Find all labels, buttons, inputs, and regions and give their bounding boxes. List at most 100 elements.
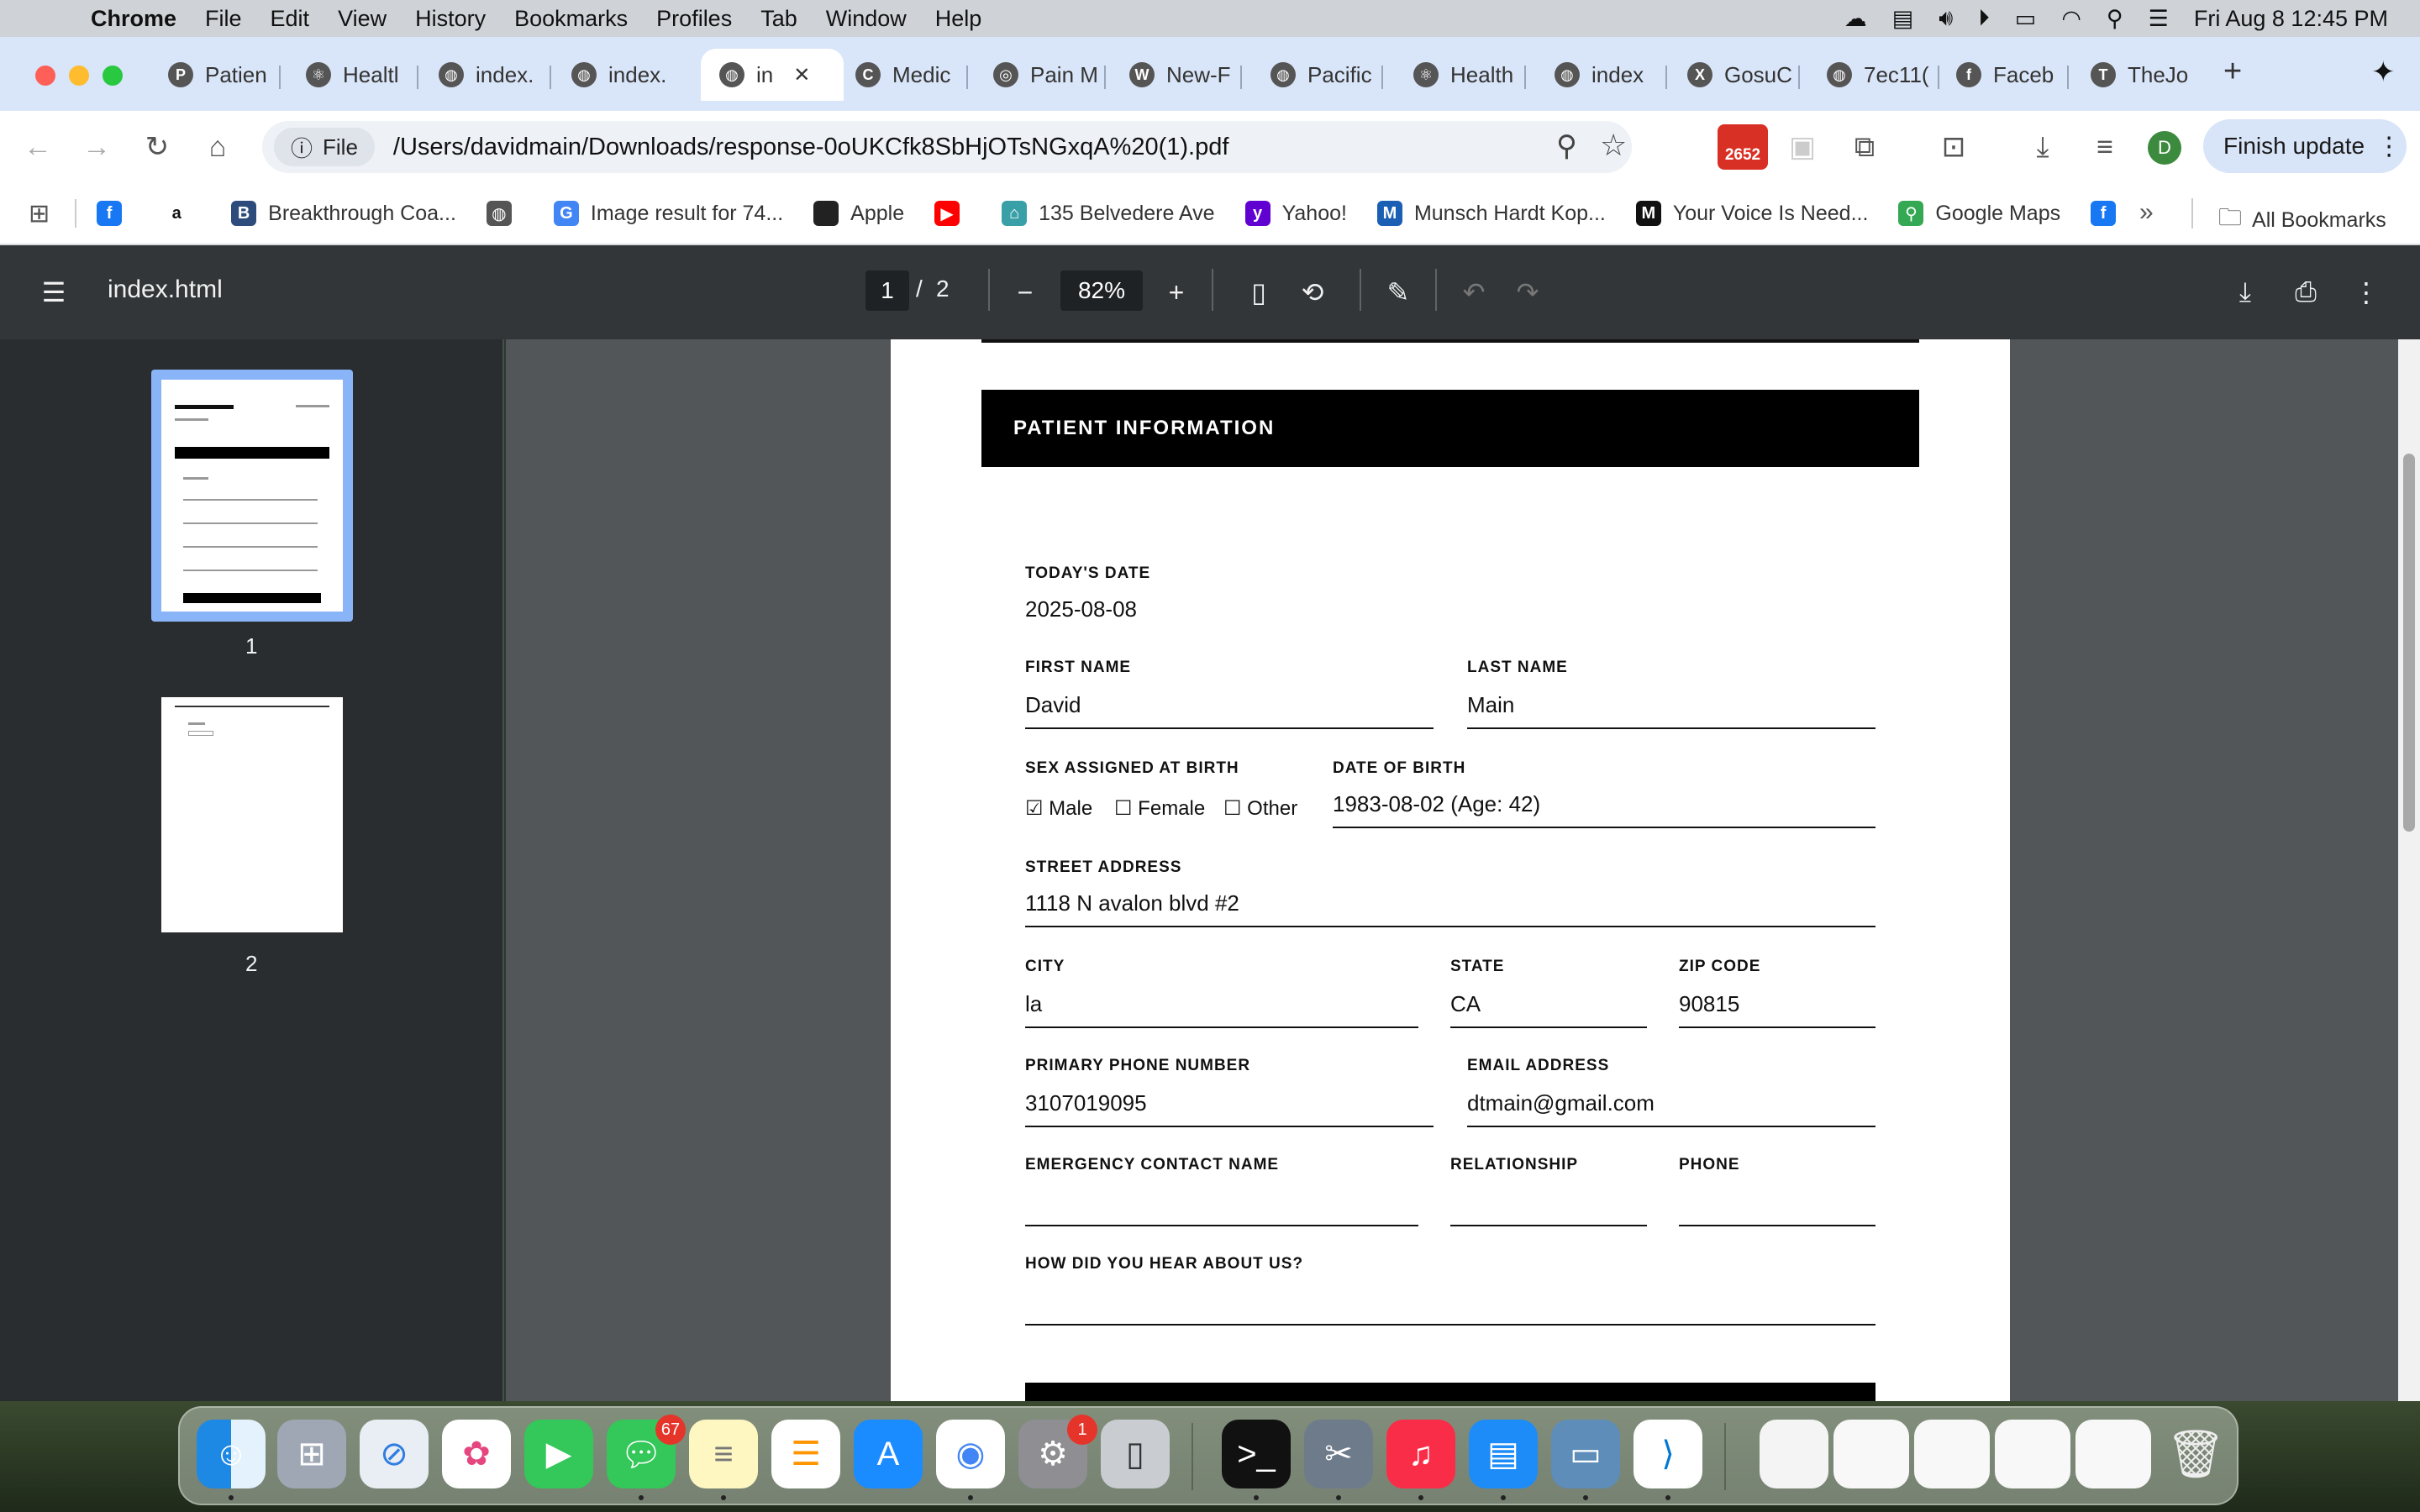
- bookmark-item[interactable]: M Your Voice Is Need...: [1635, 201, 1868, 226]
- photos-icon[interactable]: ✿: [442, 1420, 511, 1488]
- battery-icon[interactable]: ▭: [2015, 6, 2037, 32]
- close-tab-icon[interactable]: ✕: [793, 63, 810, 87]
- spotlight-search-icon[interactable]: ⚲: [2107, 6, 2123, 32]
- extension-badge-icon[interactable]: 2652: [1718, 124, 1768, 170]
- iphone-mirroring-icon[interactable]: ▯: [1101, 1420, 1170, 1488]
- recent-document-icon[interactable]: [1995, 1420, 2070, 1488]
- page-number-input[interactable]: 1: [865, 270, 909, 311]
- menu-tab[interactable]: Tab: [760, 6, 797, 32]
- menu-window[interactable]: Window: [826, 6, 907, 32]
- all-bookmarks-folder[interactable]: 🗀︎ All Bookmarks: [2218, 200, 2386, 240]
- profile-avatar[interactable]: D: [2148, 131, 2181, 165]
- apps-grid-icon[interactable]: ⊞: [29, 199, 50, 228]
- browser-tab[interactable]: X GosuC: [1669, 49, 1795, 101]
- browser-tab[interactable]: ◍ Pacific: [1252, 49, 1378, 101]
- menubar-clock[interactable]: Fri Aug 8 12:45 PM: [2194, 6, 2388, 32]
- fit-page-icon[interactable]: ▯: [1239, 272, 1279, 312]
- browser-tab[interactable]: ◍ 7ec11(: [1808, 49, 1934, 101]
- forward-icon[interactable]: →: [76, 126, 118, 168]
- bookmark-item[interactable]: y Yahoo!: [1244, 201, 1347, 226]
- extensions-puzzle-icon[interactable]: ⧉: [1844, 126, 1886, 168]
- bookmark-star-icon[interactable]: ☆: [1600, 128, 1627, 163]
- bookmark-item[interactable]: a: [164, 201, 201, 226]
- recent-document-icon[interactable]: [1914, 1420, 1990, 1488]
- reminders-icon[interactable]: ☰: [771, 1420, 840, 1488]
- browser-tab[interactable]: P Patien: [150, 49, 276, 101]
- system-settings-icon[interactable]: ⚙ 1: [1018, 1415, 1097, 1488]
- menu-file[interactable]: File: [205, 6, 242, 32]
- control-center-icon[interactable]: ☰: [2149, 6, 2169, 32]
- recent-document-icon[interactable]: [1833, 1420, 1909, 1488]
- thumbnail-page-2[interactable]: [161, 697, 343, 932]
- launchpad-icon[interactable]: ⊞: [277, 1420, 346, 1488]
- browser-tab[interactable]: ⚛ Healtl: [287, 49, 413, 101]
- download-icon[interactable]: ⤓: [2022, 126, 2064, 168]
- address-bar[interactable]: ⓘ File /Users/davidmain/Downloads/respons…: [262, 121, 1632, 173]
- bookmark-item[interactable]: ⚲ Google Maps: [1898, 201, 2060, 226]
- browser-tab[interactable]: ◎ Pain M: [975, 49, 1101, 101]
- cloud-icon[interactable]: ☁: [1844, 6, 1867, 32]
- bookmarks-overflow-icon[interactable]: »: [2139, 198, 2154, 227]
- rotate-icon[interactable]: ⟲: [1292, 272, 1333, 312]
- menu-profiles[interactable]: Profiles: [656, 6, 732, 32]
- wifi-icon[interactable]: ◠: [2061, 6, 2081, 32]
- zoom-in-icon[interactable]: +: [1156, 272, 1197, 312]
- browser-tab[interactable]: f Faceb: [1938, 49, 2064, 101]
- home-icon[interactable]: ⌂: [197, 126, 239, 168]
- reload-icon[interactable]: ↻: [136, 126, 178, 168]
- zoom-level-input[interactable]: 82%: [1060, 270, 1143, 311]
- bookmark-item[interactable]: M Munsch Hardt Kop...: [1376, 201, 1606, 226]
- docker-status-icon[interactable]: ▤: [1892, 6, 1914, 32]
- undo-icon[interactable]: ↶: [1454, 272, 1494, 312]
- browser-tab[interactable]: C Medic: [837, 49, 963, 101]
- browser-tab[interactable]: T TheJo: [2072, 49, 2198, 101]
- menu-history[interactable]: History: [415, 6, 486, 32]
- scrollbar-thumb[interactable]: [2403, 454, 2415, 832]
- docker-icon[interactable]: ▤: [1469, 1420, 1538, 1488]
- chrome-icon[interactable]: ◉: [936, 1420, 1005, 1488]
- bookmark-item[interactable]: ▶: [934, 201, 971, 226]
- browser-tab[interactable]: ⚛ Health: [1395, 49, 1521, 101]
- redo-icon[interactable]: ↷: [1507, 272, 1548, 312]
- facetime-icon[interactable]: ▶: [524, 1420, 593, 1488]
- bookmark-item[interactable]: G Image result for 74...: [553, 201, 783, 226]
- trash-icon[interactable]: 🗑︎: [2161, 1420, 2230, 1488]
- terminal-icon[interactable]: >_: [1222, 1420, 1291, 1488]
- annotate-icon[interactable]: ✎: [1378, 272, 1418, 312]
- menu-help[interactable]: Help: [935, 6, 982, 32]
- zoom-out-icon[interactable]: −: [1005, 272, 1045, 312]
- close-window-button[interactable]: [35, 66, 55, 86]
- preview-icon[interactable]: ▭: [1551, 1420, 1620, 1488]
- gemini-icon[interactable]: ✦: [2371, 55, 2396, 89]
- notes-icon[interactable]: ≡: [689, 1420, 758, 1488]
- safari-icon[interactable]: ⊘: [360, 1420, 429, 1488]
- extension-icon[interactable]: ▣: [1781, 126, 1823, 168]
- menu-icon[interactable]: ☰: [34, 272, 74, 312]
- xcode-tools-icon[interactable]: ✂: [1304, 1420, 1373, 1488]
- browser-tab[interactable]: ◍ index.: [553, 49, 679, 101]
- recent-document-icon[interactable]: [1760, 1420, 1828, 1488]
- bookmark-item[interactable]: ◍: [486, 201, 523, 226]
- menu-view[interactable]: View: [338, 6, 387, 32]
- browser-tab[interactable]: ◍ index: [1536, 49, 1662, 101]
- print-icon[interactable]: ⎙: [2286, 272, 2326, 312]
- vscode-icon[interactable]: ⟩: [1634, 1420, 1702, 1488]
- browser-tab[interactable]: ◍ in ✕: [701, 49, 844, 101]
- url-text[interactable]: /Users/davidmain/Downloads/response-0oUK…: [393, 134, 1228, 161]
- menu-edit[interactable]: Edit: [271, 6, 310, 32]
- bookmark-item[interactable]: f: [2091, 201, 2128, 226]
- recent-document-icon[interactable]: [2075, 1420, 2151, 1488]
- zoom-search-icon[interactable]: ⚲: [1556, 129, 1577, 163]
- volume-icon[interactable]: 🔊︎: [1939, 5, 1953, 32]
- messages-icon[interactable]: 💬︎ 67: [607, 1415, 686, 1488]
- bookmark-item[interactable]: B Breakthrough Coa...: [231, 201, 456, 226]
- bookmark-item[interactable]: f: [97, 201, 134, 226]
- download-icon[interactable]: ⤓: [2225, 272, 2265, 312]
- bookmark-item[interactable]: ⌂ 135 Belvedere Ave: [1002, 201, 1215, 226]
- play-icon[interactable]: ⏵: [1978, 5, 1990, 32]
- playlist-icon[interactable]: ≡: [2084, 126, 2126, 168]
- finder-icon[interactable]: ☺: [197, 1420, 266, 1488]
- new-tab-button[interactable]: +: [2223, 54, 2242, 90]
- media-icon[interactable]: ⊡: [1933, 126, 1975, 168]
- thumbnail-1-selection[interactable]: [151, 370, 353, 622]
